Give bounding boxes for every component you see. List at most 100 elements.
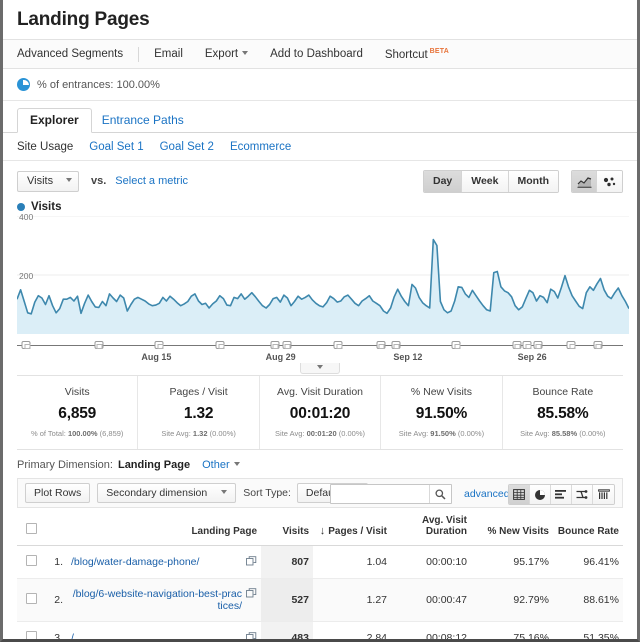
date-annotation-marker[interactable] [270,341,279,349]
table-header-row: Landing Page Visits ↓ Pages / Visit Avg.… [17,508,623,546]
row-visits: 527 [261,579,313,622]
summary-metric-value: 91.50% [383,405,499,423]
export-button[interactable]: Export [194,48,259,60]
date-annotation-marker[interactable] [533,341,542,349]
date-annotation-marker[interactable] [216,341,225,349]
entrances-bar: % of entrances: 100.00% [3,69,637,101]
date-annotation-marker[interactable] [593,341,602,349]
table-row[interactable]: 2./blog/6-website-navigation-best-practi… [17,579,623,622]
legend-series-label: Visits [31,201,61,213]
visits-timeline-chart[interactable]: 400 200 [17,216,623,341]
bar-view-icon[interactable] [551,485,572,504]
plot-rows-button[interactable]: Plot Rows [25,483,90,503]
column-header-bounce-rate[interactable]: Bounce Rate [553,508,623,546]
subtab-ecommerce[interactable]: Ecommerce [230,141,291,153]
date-annotation-marker[interactable] [567,341,576,349]
pie-view-icon[interactable] [530,485,551,504]
date-annotation-marker[interactable] [282,341,291,349]
search-button[interactable] [429,485,451,503]
row-checkbox[interactable] [26,593,37,604]
page-title: Landing Pages [3,0,637,39]
date-annotation-marker[interactable] [452,341,461,349]
tab-explorer[interactable]: Explorer [17,108,92,133]
row-landing-page: /blog/water-damage-phone/ [67,546,261,579]
row-landing-page: / [67,622,261,642]
landing-page-link[interactable]: /blog/water-damage-phone/ [71,556,199,568]
date-annotation-marker[interactable] [334,341,343,349]
table-view-icon[interactable] [509,485,530,504]
advanced-segments-button[interactable]: Advanced Segments [17,48,134,60]
entrances-label: % of entrances: 100.00% [37,79,160,91]
date-annotation-marker[interactable] [22,341,31,349]
row-avg-visit-duration: 00:00:47 [391,579,471,622]
y-axis-tick-200: 200 [19,271,33,281]
y-axis-tick-400: 400 [19,212,33,222]
chart-x-axis: Aug 15Aug 29Sep 12Sep 26 [17,341,623,363]
granularity-week[interactable]: Week [462,171,508,192]
search-icon [435,489,446,500]
chart-area-fill [17,240,629,334]
chevron-down-icon [221,490,227,494]
primary-dimension-value[interactable]: Landing Page [118,459,190,471]
select-all-checkbox[interactable] [26,523,37,534]
primary-dimension-other[interactable]: Other [202,459,240,471]
granularity-month[interactable]: Month [509,171,559,192]
row-checkbox[interactable] [26,555,37,566]
summary-metric: % New Visits91.50%Site Avg: 91.50% (0.00… [381,376,502,449]
comparison-view-icon[interactable] [572,485,593,504]
primary-dimension-row: Primary Dimension: Landing Page Other [3,450,637,478]
row-index: 3. [41,622,67,642]
column-header-avg-visit-duration[interactable]: Avg. Visit Duration [391,508,471,546]
summary-metric-subtext: Site Avg: 85.58% (0.00%) [505,429,621,438]
row-checkbox[interactable] [26,631,37,642]
select-a-metric-link[interactable]: Select a metric [115,175,188,187]
report-toolbar: Advanced Segments Email Export Add to Da… [3,39,637,69]
granularity-day[interactable]: Day [424,171,462,192]
row-avg-visit-duration: 00:08:12 [391,622,471,642]
date-annotation-marker[interactable] [155,341,164,349]
open-page-icon[interactable] [246,556,257,569]
primary-metric-select[interactable]: Visits [17,171,79,192]
subtab-goal-set-2[interactable]: Goal Set 2 [160,141,214,153]
date-annotation-marker[interactable] [512,341,521,349]
report-subtabs: Site Usage Goal Set 1 Goal Set 2 Ecommer… [3,133,637,161]
advanced-link[interactable]: advanced [464,488,510,500]
open-page-icon[interactable] [246,588,257,601]
date-annotation-marker[interactable] [94,341,103,349]
analytics-landing-pages-report: Landing Pages Advanced Segments Email Ex… [0,0,640,642]
date-annotation-marker[interactable] [523,341,532,349]
collapse-chart-button[interactable] [300,363,340,374]
date-annotation-marker[interactable] [391,341,400,349]
column-header-landing-page[interactable]: Landing Page [67,508,261,546]
landing-page-link[interactable]: / [71,632,74,642]
secondary-dimension-button[interactable]: Secondary dimension [97,483,236,503]
chart-collapse-row [17,363,623,375]
summary-metric-value: 00:01:20 [262,405,378,423]
row-select-cell [17,622,41,642]
column-header-visits[interactable]: Visits [261,508,313,546]
subtab-site-usage[interactable]: Site Usage [17,141,73,153]
table-row[interactable]: 3./4832.8400:08:1275.16%51.35% [17,622,623,642]
column-header-new-visits[interactable]: % New Visits [471,508,553,546]
line-chart-icon[interactable] [572,171,597,192]
add-to-dashboard-button[interactable]: Add to Dashboard [259,48,374,60]
column-header-pages-per-visit[interactable]: ↓ Pages / Visit [313,508,391,546]
pivot-view-icon[interactable] [593,485,614,504]
search-input[interactable] [331,488,429,500]
table-row[interactable]: 1./blog/water-damage-phone/8071.0400:00:… [17,546,623,579]
open-page-icon[interactable] [246,632,257,642]
summary-metric: Visits6,859% of Total: 100.00% (6,859) [17,376,138,449]
secondary-dimension-label: Secondary dimension [106,484,207,503]
shortcut-button[interactable]: ShortcutBETA [374,48,460,61]
sort-descending-icon: ↓ [320,525,326,537]
tab-entrance-paths[interactable]: Entrance Paths [92,109,194,132]
date-annotation-marker[interactable] [376,341,385,349]
summary-metric-subtext: Site Avg: 1.32 (0.00%) [140,429,256,438]
subtab-goal-set-1[interactable]: Goal Set 1 [89,141,143,153]
landing-page-link[interactable]: /blog/6-website-navigation-best-practice… [71,588,242,612]
other-label: Other [202,459,230,471]
summary-metric-value: 1.32 [140,405,256,423]
index-header [41,508,67,546]
motion-chart-icon[interactable] [597,171,622,192]
email-button[interactable]: Email [143,48,194,60]
